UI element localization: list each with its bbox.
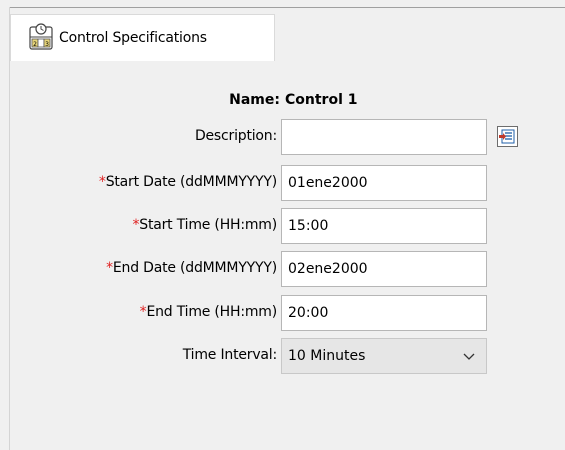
start-time-field[interactable] bbox=[281, 208, 487, 244]
start-time-label-wrap: *Start Time (HH:mm) bbox=[132, 217, 277, 233]
start-time-row: *Start Time (HH:mm) bbox=[0, 208, 565, 244]
svg-text:2: 2 bbox=[33, 41, 37, 48]
start-date-label-wrap: *Start Date (ddMMMYYYY) bbox=[99, 174, 277, 190]
time-interval-label: Time Interval: bbox=[182, 347, 277, 363]
start-time-label: Start Time (HH:mm) bbox=[139, 217, 277, 233]
time-interval-value: 10 Minutes bbox=[288, 348, 366, 364]
end-time-field[interactable] bbox=[281, 295, 487, 331]
start-date-label: Start Date (ddMMMYYYY) bbox=[105, 174, 278, 190]
svg-text:3: 3 bbox=[45, 41, 49, 48]
end-date-field[interactable] bbox=[281, 251, 487, 287]
panel-top-border bbox=[9, 7, 565, 8]
start-date-field[interactable] bbox=[281, 165, 487, 201]
description-label: Description: bbox=[194, 128, 277, 144]
description-editor-icon[interactable] bbox=[497, 126, 518, 147]
tab-control-specifications[interactable]: 2 3 Control Specifications bbox=[10, 14, 275, 61]
description-field[interactable] bbox=[281, 119, 487, 155]
calendar-control-icon: 2 3 bbox=[28, 23, 54, 53]
tab-label: Control Specifications bbox=[59, 30, 207, 46]
chevron-down-icon bbox=[462, 349, 476, 363]
name-row: Name: Control 1 bbox=[0, 90, 565, 112]
name-label: Name: bbox=[229, 92, 280, 108]
name-value: Control 1 bbox=[285, 92, 358, 108]
description-row: Description: bbox=[0, 119, 565, 155]
time-interval-select[interactable]: 10 Minutes bbox=[281, 338, 487, 374]
time-interval-row: Time Interval: 10 Minutes bbox=[0, 338, 565, 374]
end-date-label-wrap: *End Date (ddMMMYYYY) bbox=[106, 260, 277, 276]
end-time-row: *End Time (HH:mm) bbox=[0, 295, 565, 331]
required-mark: * bbox=[106, 260, 113, 276]
end-date-row: *End Date (ddMMMYYYY) bbox=[0, 251, 565, 287]
end-time-label-wrap: *End Time (HH:mm) bbox=[140, 304, 278, 320]
end-date-label: End Date (ddMMMYYYY) bbox=[112, 260, 277, 276]
required-mark: * bbox=[98, 174, 106, 190]
start-date-row: *Start Date (ddMMMYYYY) bbox=[0, 165, 565, 201]
end-time-label: End Time (HH:mm) bbox=[146, 304, 277, 320]
